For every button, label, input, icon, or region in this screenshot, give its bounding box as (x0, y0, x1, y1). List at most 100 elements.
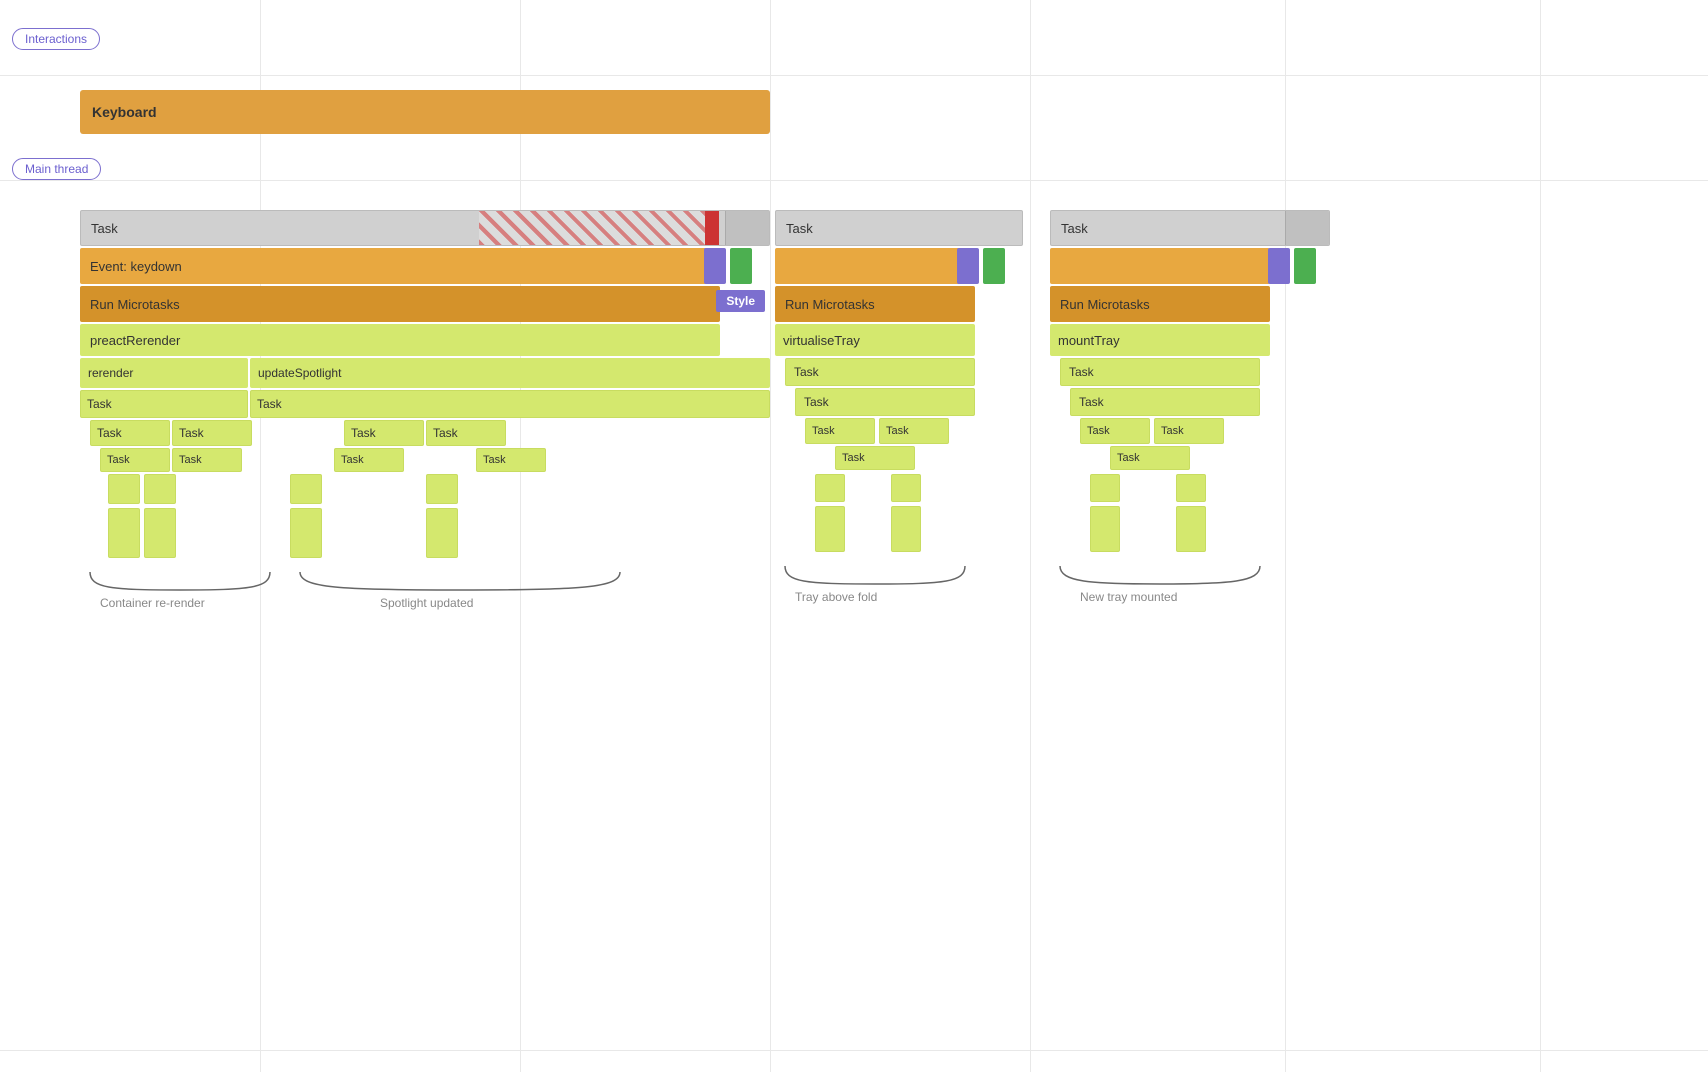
mount-tray-bar: mountTray (1050, 324, 1270, 356)
event-bar-r1 (775, 248, 975, 284)
task-r2-l3-2: Task (1154, 418, 1224, 444)
task-r2-l4: Task (1110, 446, 1190, 470)
gray-right-box (725, 211, 769, 245)
brace-1-label: Container re-render (100, 596, 205, 610)
keyboard-bar: Keyboard (80, 90, 770, 134)
task-bar-r1-label: Task (786, 221, 813, 236)
leaf-r2-1 (1090, 474, 1120, 502)
run-microtasks-label-r2: Run Microtasks (1060, 297, 1150, 312)
rerender-row: rerender updateSpotlight (80, 358, 770, 388)
main-thread-badge[interactable]: Main thread (12, 158, 101, 180)
update-spotlight-label: updateSpotlight (258, 366, 341, 380)
keyboard-label: Keyboard (92, 104, 157, 120)
run-microtasks-bar-r1: Run Microtasks (775, 286, 975, 322)
brace-r1-label: Tray above fold (795, 590, 877, 604)
run-microtasks-bar-left: Run Microtasks (80, 286, 720, 322)
leaf-row-1 (80, 474, 770, 504)
task-r2-l3-1: Task (1080, 418, 1150, 444)
brace-r2-label: New tray mounted (1080, 590, 1177, 604)
run-microtasks-label-r1: Run Microtasks (785, 297, 875, 312)
gray-right-box-r2 (1285, 211, 1329, 245)
task-level3-row: Task Task Task Task (80, 448, 770, 472)
purple-box-1 (704, 248, 726, 284)
leaf-r1-tall-2 (891, 506, 921, 552)
task-bar-r2: Task (1050, 210, 1330, 246)
task-r1-l3-row: Task Task (805, 418, 1023, 444)
task-r1-l1: Task (785, 358, 975, 386)
leaf-3 (290, 474, 322, 504)
event-keydown-row: Event: keydown (80, 248, 770, 284)
rerender-bar: rerender (80, 358, 248, 388)
virtualise-tray-bar: virtualiseTray (775, 324, 975, 356)
leaf-r2-tall-2 (1176, 506, 1206, 552)
leaf-1 (108, 474, 140, 504)
mount-tray-label: mountTray (1058, 333, 1120, 348)
task-r1-l4: Task (835, 446, 915, 470)
brace-r1: Tray above fold (775, 562, 1023, 612)
right-section-2: Task Run Microtasks mountTray Task Task … (1050, 210, 1330, 612)
event-bar-r1-row (775, 248, 1023, 284)
task-box-l3-4: Task (476, 448, 546, 472)
task-box-l3-2: Task (172, 448, 242, 472)
task-bar-r2-label: Task (1061, 221, 1088, 236)
leaf-r1-2 (891, 474, 921, 502)
preact-rerender-bar: preactRerender (80, 324, 720, 356)
leaf-tall-3 (290, 508, 322, 558)
hatched-pattern (479, 211, 719, 245)
event-keydown-bar: Event: keydown (80, 248, 720, 284)
leaf-r1-tall-1 (815, 506, 845, 552)
leaf-r2-tall-1 (1090, 506, 1120, 552)
task-r2-l2: Task (1070, 388, 1260, 416)
green-box-r1 (983, 248, 1005, 284)
run-microtasks-label-left: Run Microtasks (90, 297, 180, 312)
rerender-label: rerender (88, 366, 133, 380)
leaf-r2-row2 (1090, 506, 1330, 552)
task-box-l2-2: Task (172, 420, 252, 446)
purple-box-r1 (957, 248, 979, 284)
leaf-4 (426, 474, 458, 504)
event-bar-r2-row (1050, 248, 1330, 284)
green-box-r2 (1294, 248, 1316, 284)
brace-r2-svg (1050, 562, 1270, 590)
event-keydown-label: Event: keydown (90, 259, 182, 274)
left-section: Task Event: keydown Run Microtasks Style… (80, 210, 770, 618)
leaf-tall-2 (144, 508, 176, 558)
brace-row: Container re-render Spotlight updated (80, 568, 770, 618)
task-box-l2-4: Task (426, 420, 506, 446)
leaf-r2-row1 (1090, 474, 1330, 502)
purple-box-r2 (1268, 248, 1290, 284)
update-spotlight-bar: updateSpotlight (250, 358, 770, 388)
task-bar-label: Task (91, 221, 118, 236)
task-box-l2-3: Task (344, 420, 424, 446)
task-r1-l3-1: Task (805, 418, 875, 444)
green-box-1 (730, 248, 752, 284)
virtualise-tray-label: virtualiseTray (783, 333, 860, 348)
interactions-badge[interactable]: Interactions (12, 28, 100, 50)
leaf-2 (144, 474, 176, 504)
style-badge: Style (716, 290, 765, 312)
style-badge-label: Style (726, 294, 755, 308)
task-level1-row: Task Task (80, 390, 770, 418)
run-microtasks-bar-r2: Run Microtasks (1050, 286, 1270, 322)
brace-2-label: Spotlight updated (380, 596, 473, 610)
task-bar-left: Task (80, 210, 770, 246)
task-bar-r1: Task (775, 210, 1023, 246)
task-box-l1-2: Task (250, 390, 770, 418)
task-r2-l3-row: Task Task (1080, 418, 1330, 444)
interactions-label: Interactions (25, 32, 87, 46)
right-section-1: Task Run Microtasks virtualiseTray Task … (775, 210, 1023, 612)
main-thread-label: Main thread (25, 162, 88, 176)
run-microtasks-row-left: Run Microtasks Style (80, 286, 770, 322)
task-box-l1-1: Task (80, 390, 248, 418)
brace-2-svg (290, 568, 630, 596)
task-r1-l2: Task (795, 388, 975, 416)
leaf-r1-row1 (815, 474, 1023, 502)
red-end-marker (705, 211, 719, 245)
task-level2-row: Task Task Task Task (80, 420, 770, 446)
task-box-l2-1: Task (90, 420, 170, 446)
leaf-r1-row2 (815, 506, 1023, 552)
brace-r1-svg (775, 562, 975, 590)
task-r2-l1: Task (1060, 358, 1260, 386)
leaf-tall-4 (426, 508, 458, 558)
leaf-row-2 (80, 508, 770, 558)
